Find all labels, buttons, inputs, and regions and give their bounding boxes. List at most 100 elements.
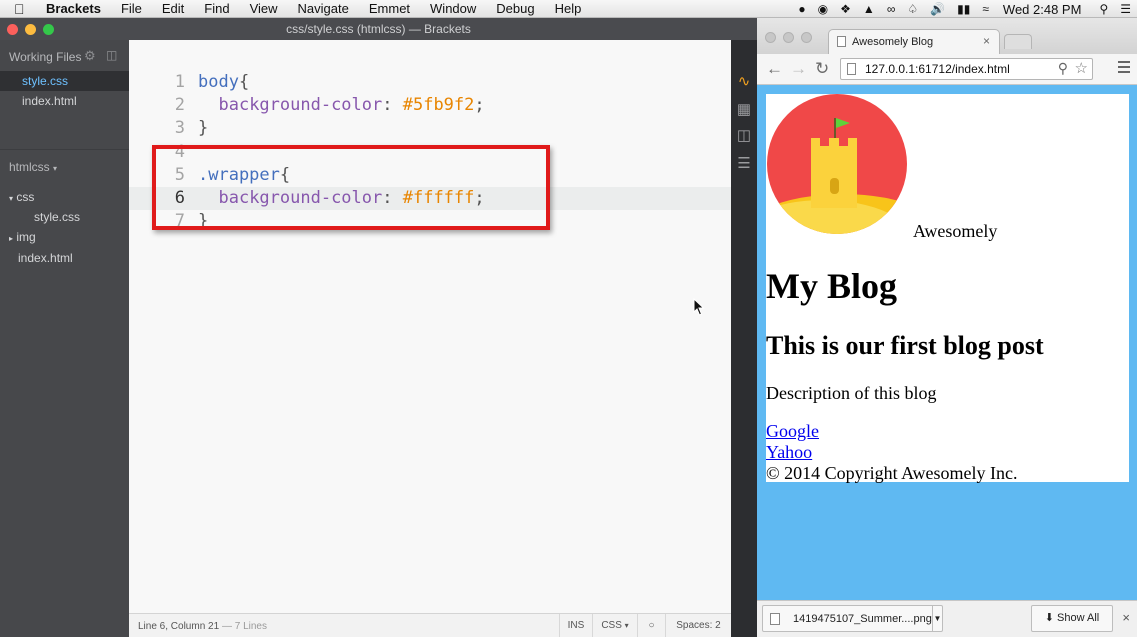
brackets-window: css/style.css (htmlcss) — Brackets Worki… [0,18,757,637]
working-file-style-css[interactable]: style.css [0,71,129,91]
minimize-window-button[interactable] [25,24,36,35]
menu-find[interactable]: Find [194,0,239,18]
browser-menu-icon[interactable] [1118,61,1130,76]
show-all-downloads-button[interactable]: ⬇ Show All [1031,605,1113,632]
page-wrapper: Awesomely My Blog This is our first blog… [766,94,1129,483]
project-dropdown[interactable]: htmlcss ▾ [9,160,57,174]
close-tab-icon[interactable]: × [983,34,990,48]
browser-tab[interactable]: Awesomely Blog × [828,29,1000,54]
browser-close-button[interactable] [765,32,776,43]
linter-status-icon[interactable]: ○ [637,614,665,637]
code-line[interactable]: 2 background-color: #5fb9f2; [129,94,731,117]
code-line-current[interactable]: 6 background-color: #ffffff; [129,187,731,210]
page-heading: My Blog [766,266,897,306]
code-text: } [198,211,209,231]
apple-icon[interactable]:  [14,0,30,18]
tree-folder-img[interactable]: ▸ img [9,230,36,244]
line-number: 6 [174,188,185,208]
code-line[interactable]: 5 .wrapper{ [129,164,731,187]
address-bar[interactable]: 127.0.0.1:61712/index.html ⚲ ☆ [840,58,1093,80]
css-selector: .wrapper [198,165,280,185]
working-files-title: Working Files [9,50,82,64]
page-viewport: Awesomely My Blog This is our first blog… [757,85,1137,600]
record-icon[interactable]: ◉ [818,0,828,18]
close-window-button[interactable] [7,24,18,35]
code-line[interactable]: 1 body{ [129,71,731,94]
download-item[interactable]: 1419475107_Summer....png ▼ [762,605,943,632]
code-text: .wrapper{ [198,165,291,185]
layers-icon[interactable]: ☰ [731,154,757,172]
emmet-icon[interactable]: ◫ [731,126,757,144]
browser-toolbar: ← → ↻ 127.0.0.1:61712/index.html ⚲ ☆ [757,54,1137,85]
menu-edit[interactable]: Edit [152,0,194,18]
dropbox-icon[interactable]: ❖ [840,0,851,18]
code-line[interactable]: 4 [129,141,731,164]
language-select[interactable]: CSS ▾ [592,614,637,637]
reload-icon[interactable]: ↻ [815,59,829,79]
browser-window: Awesomely Blog × ← → ↻ 127.0.0.1:61712/i… [757,18,1137,637]
menu-window[interactable]: Window [420,0,486,18]
menu-emmet[interactable]: Emmet [359,0,420,18]
line-number: 3 [174,118,185,138]
tab-title: Awesomely Blog [852,36,934,48]
bookmark-star-icon[interactable]: ☆ [1075,59,1088,77]
drive-icon[interactable]: ▲ [863,0,875,18]
gear-icon[interactable]: ⚙ [84,48,96,64]
close-download-bar-icon[interactable]: × [1122,610,1130,625]
back-icon[interactable]: ← [766,59,783,79]
battery-icon[interactable]: ▮▮ [957,0,970,18]
insert-mode-toggle[interactable]: INS [559,614,592,637]
spotlight-search-icon[interactable]: ⚲ [1099,0,1108,18]
menu-debug[interactable]: Debug [486,0,544,18]
indent-spaces-setting[interactable]: Spaces: 2 [665,614,731,637]
browser-minimize-button[interactable] [783,32,794,43]
zoom-window-button[interactable] [43,24,54,35]
skype-icon[interactable]: ● [798,0,805,18]
notification-icon[interactable]: ♤ [907,0,918,18]
extension-manager-icon[interactable]: ▦ [731,100,757,118]
screen:  Brackets File Edit Find View Navigate … [0,0,1137,637]
split-view-icon[interactable]: ◫ [106,48,117,62]
working-file-index-html[interactable]: index.html [0,91,129,111]
list-icon[interactable]: ☰ [1120,0,1131,18]
download-menu-chevron-icon[interactable]: ▼ [932,606,942,631]
download-bar: 1419475107_Summer....png ▼ ⬇ Show All × [757,600,1137,637]
link-yahoo[interactable]: Yahoo [766,442,812,463]
css-property: background-color [218,95,383,115]
menu-file[interactable]: File [111,0,152,18]
cursor-position[interactable]: Line 6, Column 21 — 7 Lines [138,621,267,632]
code-line[interactable]: 3 } [129,117,731,140]
blog-description: Description of this blog [766,383,937,403]
line-number: 4 [174,142,185,162]
tree-folder-img-label: img [16,230,36,244]
tree-folder-css-label: css [16,190,35,204]
line-number: 2 [174,95,185,115]
tree-folder-css[interactable]: ▾ css [9,190,34,204]
chevron-down-icon: ▾ [624,621,629,630]
tree-file-index-html[interactable]: index.html [18,251,73,265]
menu-bar:  Brackets File Edit Find View Navigate … [0,0,1137,18]
menu-app-name[interactable]: Brackets [40,0,111,18]
code-editor[interactable]: 1 body{ 2 background-color: #5fb9f2; 3 }… [129,40,731,613]
right-toolbar: ∿ ▦ ◫ ☰ [731,40,757,637]
post-title: This is our first blog post [766,331,1044,360]
creative-cloud-icon[interactable]: ∞ [887,0,896,18]
live-preview-icon[interactable]: ∿ [731,72,757,90]
forward-icon[interactable]: → [790,59,807,79]
file-icon [770,613,780,625]
volume-icon[interactable]: 🔊 [930,0,945,18]
sidebar-divider [0,149,129,150]
browser-tab-strip: Awesomely Blog × [757,18,1137,54]
menu-help[interactable]: Help [545,0,592,18]
zoom-icon[interactable]: ⚲ [1058,60,1068,77]
link-google[interactable]: Google [766,421,819,442]
tree-file-style-css[interactable]: style.css [34,210,80,224]
clock[interactable]: Wed 2:48 PM [1003,2,1082,17]
menu-navigate[interactable]: Navigate [288,0,359,18]
new-tab-button[interactable] [1004,34,1032,49]
css-selector: body [198,72,239,92]
browser-zoom-button[interactable] [801,32,812,43]
wifi-icon[interactable]: ≈ [982,0,989,18]
menu-view[interactable]: View [240,0,288,18]
code-line[interactable]: 7 } [129,210,731,233]
